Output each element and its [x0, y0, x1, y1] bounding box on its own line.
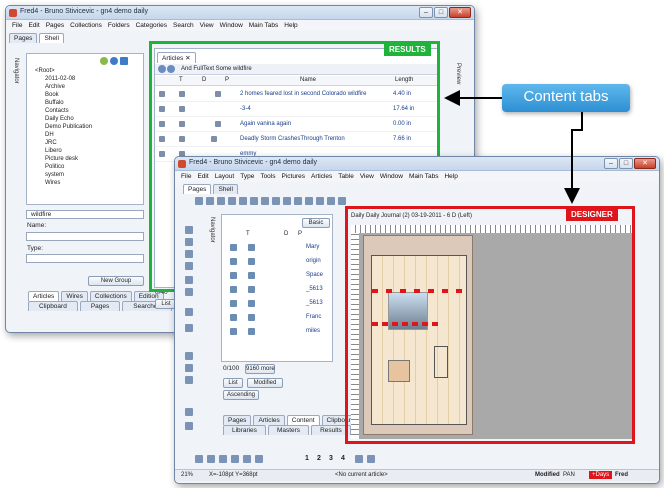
arrow-to-designer: [564, 112, 583, 204]
callout-arrows: [444, 90, 583, 204]
